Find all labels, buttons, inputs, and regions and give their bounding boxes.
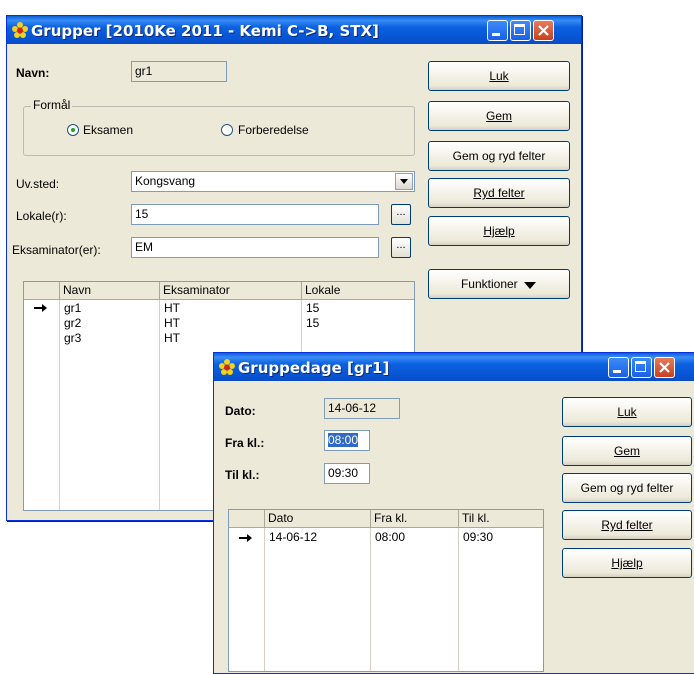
luk-button[interactable]: Luk	[562, 397, 692, 427]
table-corner	[229, 510, 265, 528]
column-divider	[458, 528, 459, 671]
radio-eksamen-label[interactable]: Eksamen	[83, 123, 133, 137]
funktioner-button[interactable]: Funktioner	[428, 269, 570, 299]
cell-lokale: 15	[306, 301, 320, 315]
luk-button[interactable]: Luk	[428, 61, 570, 91]
gem-og-ryd-button-label: Gem og ryd felter	[580, 481, 674, 495]
fra-label: Fra kl.:	[225, 436, 265, 450]
hjaelp-button[interactable]: Hjælp	[428, 216, 570, 246]
gem-og-ryd-button[interactable]: Gem og ryd felter	[428, 141, 570, 171]
column-header-eksaminator[interactable]: Eksaminator	[160, 282, 302, 300]
eksaminator-label: Eksaminator(er):	[12, 243, 101, 257]
table-row[interactable]: gr1 HT 15	[24, 301, 414, 316]
maximize-icon	[635, 361, 646, 372]
cell-navn: gr2	[64, 316, 82, 330]
navn-field[interactable]: gr1	[131, 61, 227, 82]
cell-lokale: 15	[306, 316, 320, 330]
cell-eksaminator: HT	[164, 316, 180, 330]
gruppedage-window: Gruppedage [gr1] Dato: 14-06-12 Fra kl.:…	[213, 352, 694, 674]
fra-field[interactable]: 08:00	[324, 430, 370, 451]
maximize-icon	[514, 24, 525, 35]
cell-navn: gr1	[64, 301, 82, 315]
cell-dato: 14-06-12	[269, 530, 318, 544]
dato-label: Dato:	[225, 404, 256, 418]
hjaelp-button[interactable]: Hjælp	[562, 548, 692, 578]
radio-eksamen[interactable]	[67, 124, 79, 136]
gem-og-ryd-button-label: Gem og ryd felter	[452, 149, 546, 163]
navn-label: Navn:	[16, 66, 50, 80]
minimize-icon	[613, 370, 621, 373]
lokale-field[interactable]: 15	[131, 204, 379, 225]
fra-value: 08:00	[328, 433, 359, 447]
column-header-dato[interactable]: Dato	[265, 510, 371, 528]
column-divider	[264, 528, 265, 671]
gem-button[interactable]: Gem	[428, 101, 570, 131]
close-icon	[659, 362, 670, 373]
window-title: Grupper [2010Ke 2011 - Kemi C->B, STX]	[31, 22, 379, 40]
dato-field[interactable]: 14-06-12	[324, 398, 400, 419]
maximize-button[interactable]	[631, 357, 652, 378]
gem-button-label: Gem	[613, 444, 640, 458]
cell-fra: 08:00	[375, 530, 406, 544]
table-row[interactable]: 14-06-12 08:00 09:30	[229, 530, 543, 546]
grupper-titlebar[interactable]: Grupper [2010Ke 2011 - Kemi C->B, STX]	[7, 16, 581, 44]
flower-icon	[12, 22, 28, 38]
funktioner-button-label: Funktioner	[460, 277, 518, 291]
table-corner	[24, 282, 60, 300]
cell-eksaminator: HT	[164, 301, 180, 315]
close-icon	[538, 25, 549, 36]
gruppedage-titlebar[interactable]: Gruppedage [gr1]	[214, 353, 694, 381]
dropdown-button[interactable]	[395, 173, 413, 190]
column-divider	[370, 528, 371, 671]
til-field[interactable]: 09:30	[324, 463, 370, 484]
eksaminator-browse-button[interactable]: ...	[391, 237, 411, 258]
triangle-down-icon	[524, 281, 537, 289]
gruppedage-table[interactable]: Dato Fra kl. Til kl. 14-06-12 08:00 09:3…	[228, 509, 544, 672]
ryd-felter-button[interactable]: Ryd felter	[428, 178, 570, 208]
flower-icon	[219, 359, 235, 375]
formaal-label: Formål	[31, 98, 73, 112]
close-button[interactable]	[654, 357, 675, 378]
radio-forberedelse-label[interactable]: Forberedelse	[238, 123, 309, 137]
minimize-button[interactable]	[608, 357, 629, 378]
cell-navn: gr3	[64, 331, 82, 345]
lokale-label: Lokale(r):	[16, 209, 67, 223]
ryd-felter-button-label: Ryd felter	[601, 518, 653, 532]
column-header-lokale[interactable]: Lokale	[302, 282, 414, 300]
eksaminator-field[interactable]: EM	[131, 237, 379, 258]
gem-og-ryd-button[interactable]: Gem og ryd felter	[562, 473, 692, 503]
gem-button[interactable]: Gem	[562, 436, 692, 466]
column-header-til[interactable]: Til kl.	[459, 510, 543, 528]
hjaelp-button-label: Hjælp	[611, 556, 643, 570]
uvsted-label: Uv.sted:	[16, 177, 60, 191]
minimize-button[interactable]	[487, 20, 508, 41]
maximize-button[interactable]	[510, 20, 531, 41]
table-row[interactable]: gr3 HT	[24, 331, 414, 346]
cell-til: 09:30	[463, 530, 494, 544]
column-header-fra[interactable]: Fra kl.	[371, 510, 459, 528]
minimize-icon	[492, 33, 500, 36]
ryd-felter-button[interactable]: Ryd felter	[562, 510, 692, 540]
formaal-groupbox	[23, 106, 415, 156]
hjaelp-button-label: Hjælp	[483, 224, 515, 238]
til-label: Til kl.:	[225, 468, 260, 482]
luk-button-label: Luk	[489, 69, 509, 83]
lokale-browse-button[interactable]: ...	[391, 204, 411, 225]
window-title: Gruppedage [gr1]	[238, 359, 390, 377]
column-header-navn[interactable]: Navn	[60, 282, 160, 300]
cell-eksaminator: HT	[164, 331, 180, 345]
radio-forberedelse[interactable]	[221, 124, 233, 136]
uvsted-select[interactable]: Kongsvang	[131, 171, 415, 192]
chevron-down-icon	[400, 179, 408, 184]
close-button[interactable]	[533, 20, 554, 41]
table-row[interactable]: gr2 HT 15	[24, 316, 414, 331]
gem-button-label: Gem	[485, 109, 512, 123]
uvsted-value: Kongsvang	[135, 174, 196, 188]
ryd-felter-button-label: Ryd felter	[473, 186, 525, 200]
luk-button-label: Luk	[617, 405, 637, 419]
